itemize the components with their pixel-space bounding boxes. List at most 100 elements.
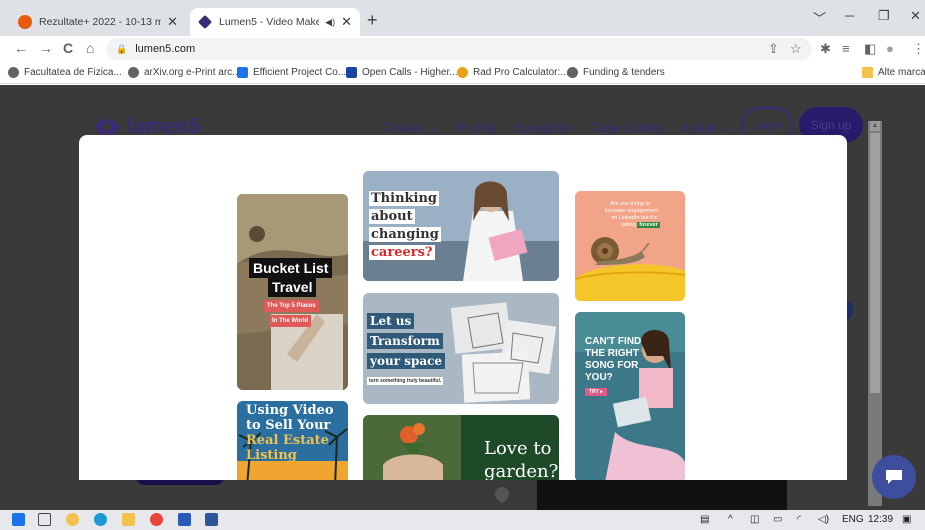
- battery-icon[interactable]: ▭: [773, 514, 782, 525]
- bookmark-item[interactable]: Open Calls - Higher...: [346, 67, 458, 78]
- task-view-icon[interactable]: [38, 513, 51, 526]
- page-content: lumen5 Create ⌄ Pricing Enterprise Case …: [0, 85, 925, 510]
- template-card-song[interactable]: CAN'T FIND THE RIGHT SONG FOR YOU? TRY ▸: [575, 312, 685, 480]
- share-icon[interactable]: ⇪: [768, 41, 779, 57]
- new-tab-button[interactable]: +: [367, 10, 378, 31]
- card-title-line: Using Video: [246, 403, 334, 418]
- app-icon[interactable]: [66, 513, 79, 526]
- tab-close-icon[interactable]: ✕: [341, 14, 352, 30]
- nav-enterprise[interactable]: Enterprise: [514, 120, 573, 135]
- template-card-bucket-list[interactable]: Bucket List Travel The Top 5 Places In T…: [237, 194, 348, 390]
- bookmark-item[interactable]: Rad Pro Calculator:...: [457, 67, 569, 78]
- nav-create[interactable]: Create ⌄: [384, 120, 438, 136]
- wifi-icon[interactable]: ◜: [797, 514, 801, 525]
- side-panel-icon[interactable]: ◧: [864, 41, 876, 57]
- tab-strip: Rezultate+ 2022 - 10-13 mai 202 ✕ Lumen5…: [0, 0, 925, 36]
- template-card-garden[interactable]: Love to garden?: [363, 415, 559, 480]
- volume-icon[interactable]: ◁): [818, 514, 829, 525]
- card-text-line: taking forever: [621, 222, 660, 228]
- card-subtitle-line: In The World: [269, 315, 312, 327]
- notifications-icon[interactable]: ▣: [902, 514, 911, 525]
- card-text-word: taking: [621, 222, 636, 228]
- store-icon[interactable]: [178, 513, 191, 526]
- card-title-line: your space: [367, 353, 446, 369]
- card-title-line: SONG FOR: [585, 360, 639, 371]
- template-card-transform[interactable]: Let us Transform your space turn somethi…: [363, 293, 559, 404]
- network-icon[interactable]: ◫: [750, 514, 759, 525]
- chrome-icon[interactable]: [150, 513, 163, 526]
- card-text-line: Are you trying to: [610, 201, 651, 207]
- file-explorer-icon[interactable]: [122, 513, 135, 526]
- keyboard-icon[interactable]: ▤: [700, 514, 709, 525]
- edge-icon[interactable]: [94, 513, 107, 526]
- eu-flag-icon: [346, 67, 357, 78]
- card-title-line: Transform: [367, 333, 443, 349]
- rezultate-favicon-icon: [18, 15, 32, 29]
- template-card-careers[interactable]: Thinking about changing careers?: [363, 171, 559, 281]
- media-control-icon[interactable]: ≡: [842, 41, 850, 56]
- lumen5-favicon-icon: [197, 14, 213, 30]
- modal-scrollbar[interactable]: ▲: [868, 121, 882, 506]
- address-bar[interactable]: 🔒 lumen5.com: [106, 38, 812, 60]
- close-window-icon[interactable]: ✕: [910, 8, 921, 24]
- globe-icon: [567, 67, 578, 78]
- forward-arrow-icon[interactable]: →: [39, 40, 53, 56]
- clock[interactable]: 12:39: [868, 514, 893, 525]
- word-icon[interactable]: [205, 513, 218, 526]
- extensions-icon[interactable]: ✱: [820, 41, 831, 57]
- businesswoman-photo: [363, 171, 559, 281]
- bookmark-item[interactable]: Efficient Project Co...: [237, 67, 346, 78]
- card-title-line: Travel: [268, 277, 317, 297]
- bookmark-label: Funding & tenders: [583, 67, 665, 78]
- card-title-line: THE RIGHT: [585, 348, 639, 359]
- card-title-line: YOU?: [585, 372, 613, 383]
- template-card-snail[interactable]: Are you trying to increase engagement on…: [575, 191, 685, 301]
- tab-audio-icon[interactable]: ◀): [325, 17, 335, 28]
- back-arrow-icon[interactable]: ←: [14, 40, 28, 56]
- minimize-icon[interactable]: ─: [845, 8, 854, 23]
- tab-rezultate[interactable]: Rezultate+ 2022 - 10-13 mai 202 ✕: [10, 8, 186, 36]
- card-subtitle-line: The Top 5 Places: [264, 300, 319, 312]
- browser-toolbar: ← → C ⌂ 🔒 lumen5.com ⇪ ☆ ✱ ≡ ◧ ● ⋮: [0, 36, 925, 62]
- card-title-line: CAN'T FIND: [585, 336, 642, 347]
- card-subtitle-line: turn something truly beautiful.: [367, 377, 444, 385]
- bookmark-star-icon[interactable]: ☆: [790, 41, 802, 57]
- nav-pricing[interactable]: Pricing: [457, 120, 497, 135]
- nav-case-studies[interactable]: Case studies: [590, 120, 665, 135]
- chat-widget-button[interactable]: [872, 455, 916, 499]
- other-bookmarks[interactable]: Alte marcaje: [862, 67, 925, 78]
- bookmark-item[interactable]: arXiv.org e-Print arc...: [128, 67, 241, 78]
- card-title-accent: Real Estate: [246, 433, 329, 448]
- tray-chevron-up-icon[interactable]: ^: [728, 514, 733, 525]
- card-title-line: to Sell Your: [246, 418, 331, 433]
- profile-avatar-icon[interactable]: ●: [886, 41, 894, 56]
- home-icon[interactable]: ⌂: [86, 40, 94, 56]
- bookmark-label: Open Calls - Higher...: [362, 67, 458, 78]
- bookmark-label: Rad Pro Calculator:...: [473, 67, 569, 78]
- bookmark-label: Alte marcaje: [878, 67, 925, 78]
- menu-kebab-icon[interactable]: ⋮: [912, 41, 925, 57]
- nav-learn[interactable]: Learn ⌄: [683, 120, 731, 136]
- card-title-line: changing: [369, 227, 441, 242]
- card-title-accent: Listing: [246, 448, 297, 463]
- card-title-line: careers?: [369, 245, 435, 260]
- windows-start-icon[interactable]: [12, 513, 25, 526]
- chevron-down-icon: ⌄: [719, 120, 731, 135]
- template-card-real-estate[interactable]: Using Video to Sell Your Real Estate Lis…: [237, 401, 348, 480]
- card-title-line: garden?: [484, 461, 559, 480]
- bookmark-item[interactable]: Funding & tenders: [567, 67, 665, 78]
- card-text-line: on LinkedIn but it's: [611, 215, 657, 221]
- scroll-thumb[interactable]: [870, 133, 880, 393]
- card-title-line: Love to: [484, 438, 552, 459]
- bookmark-item[interactable]: Facultatea de Fizica...: [8, 67, 122, 78]
- tab-lumen5[interactable]: Lumen5 - Video Maker | Cre ◀) ✕: [190, 8, 360, 36]
- scroll-up-arrow-icon[interactable]: ▲: [870, 121, 880, 131]
- card-text-line: increase engagement: [605, 208, 658, 214]
- tab-search-icon[interactable]: ﹀: [813, 8, 826, 27]
- tab-close-icon[interactable]: ✕: [167, 14, 178, 30]
- card-title-line: Bucket List: [249, 258, 333, 278]
- address-text: lumen5.com: [135, 43, 196, 55]
- language-indicator[interactable]: ENG: [842, 514, 864, 525]
- reload-icon[interactable]: C: [63, 40, 73, 56]
- restore-icon[interactable]: ❐: [878, 8, 890, 24]
